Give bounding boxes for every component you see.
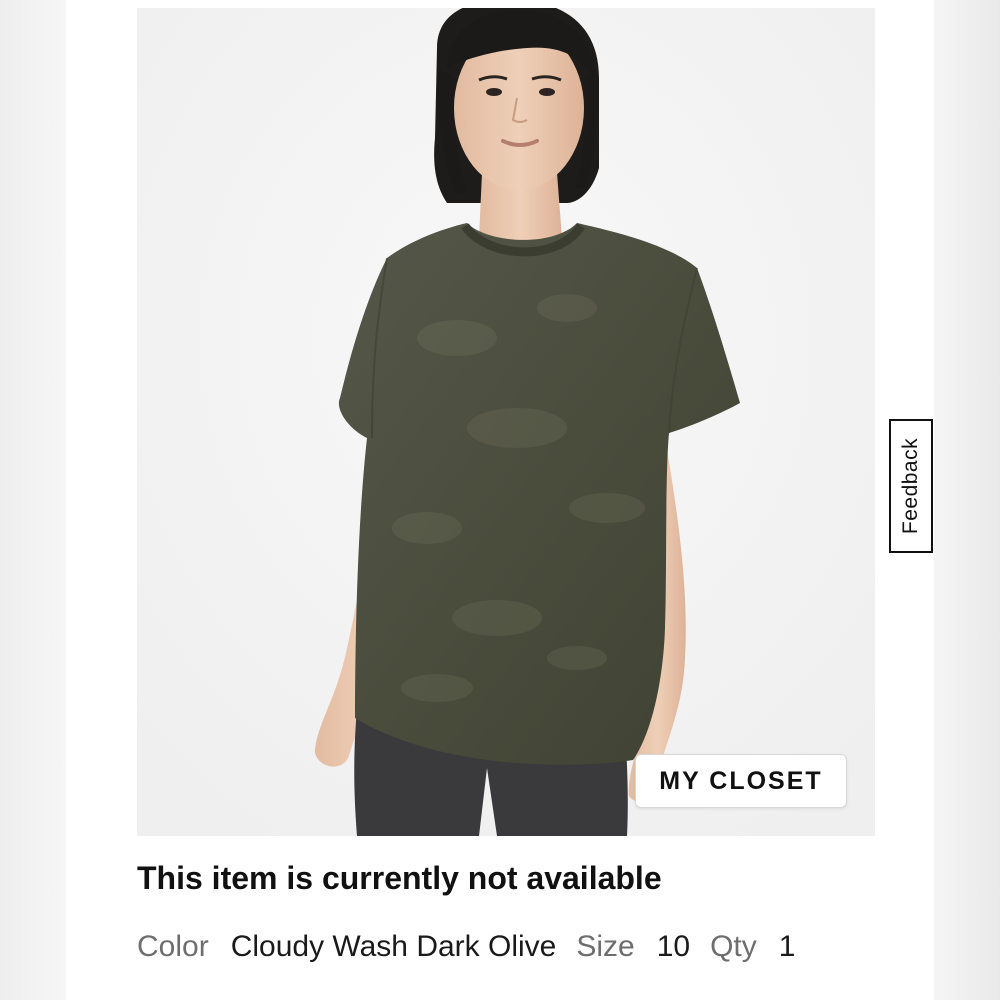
qty-value: 1: [778, 930, 796, 963]
page: MY CLOSET Feedback This item is currentl…: [0, 0, 1000, 1000]
color-value: Cloudy Wash Dark Olive: [230, 930, 557, 963]
qty-label: Qty: [710, 930, 757, 963]
product-image[interactable]: [137, 8, 875, 836]
product-details: Color Cloudy Wash Dark Olive Size 10 Qty…: [137, 930, 795, 964]
right-backdrop: [934, 0, 1000, 1000]
size-value: 10: [656, 930, 691, 963]
size-label: Size: [576, 930, 635, 963]
feedback-label: Feedback: [899, 437, 923, 535]
product-photo-illustration: [137, 8, 875, 836]
feedback-tab[interactable]: Feedback: [889, 419, 933, 553]
my-closet-button[interactable]: MY CLOSET: [635, 754, 847, 808]
left-backdrop: [0, 0, 66, 1000]
color-label: Color: [137, 930, 209, 963]
availability-status: This item is currently not available: [137, 860, 662, 896]
